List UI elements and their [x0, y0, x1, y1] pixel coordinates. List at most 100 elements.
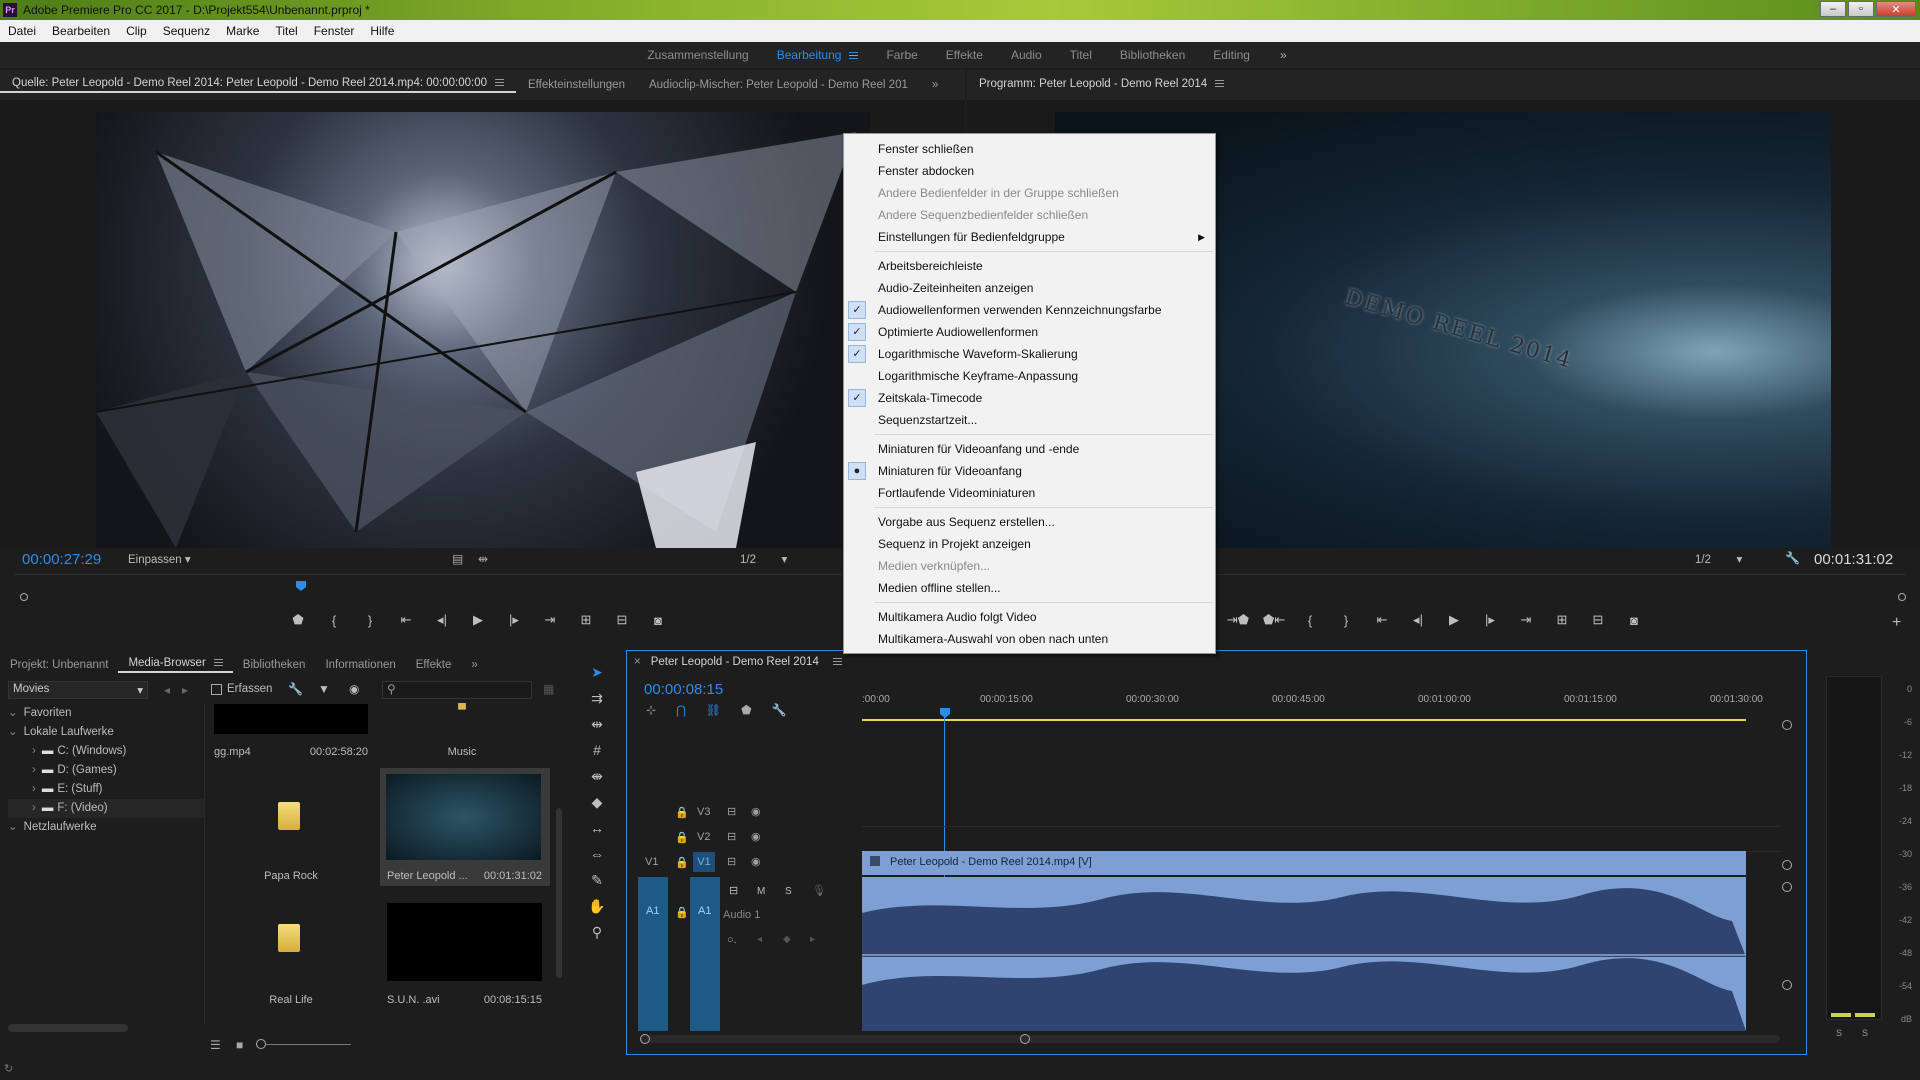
- tree-divider[interactable]: [204, 704, 205, 1024]
- vscroll-handle-top[interactable]: [1782, 720, 1792, 730]
- lock-icon[interactable]: 🔒: [675, 856, 689, 869]
- new-bin-icon[interactable]: ▦: [543, 682, 554, 696]
- media-browser-menu-icon[interactable]: [213, 659, 223, 667]
- media-item-peter-leopold[interactable]: [380, 768, 550, 886]
- timeline-timecode[interactable]: 00:00:08:15: [644, 681, 723, 698]
- next-keyframe-icon[interactable]: ▸: [810, 934, 815, 945]
- media-filter-dropdown[interactable]: Movies ▾: [8, 681, 148, 699]
- workspace-menu-icon[interactable]: [849, 52, 859, 60]
- media-search-input[interactable]: ⚲: [382, 681, 532, 699]
- microphone-icon[interactable]: 🎙: [812, 884, 826, 897]
- program-add-marker-icon[interactable]: ⬟⇤: [1256, 612, 1292, 628]
- media-scrollbar[interactable]: [556, 808, 562, 978]
- lock-icon[interactable]: 🔒: [675, 806, 689, 819]
- slide-tool-icon[interactable]: ⇔: [584, 841, 610, 867]
- audio-clip[interactable]: [862, 877, 1746, 1031]
- context-menu-item[interactable]: Fenster schließen: [844, 138, 1215, 160]
- volume-knob-icon[interactable]: ○.: [727, 934, 737, 946]
- filter-icon[interactable]: ▼: [318, 682, 330, 696]
- menu-clip[interactable]: Clip: [118, 24, 155, 38]
- context-menu-item[interactable]: Audio-Zeiteinheiten anzeigen: [844, 277, 1215, 299]
- thumb-sun-image[interactable]: [387, 903, 542, 981]
- workspace-effekte[interactable]: Effekte: [932, 48, 997, 62]
- context-menu-item[interactable]: Medien offline stellen...: [844, 577, 1215, 599]
- forward-icon[interactable]: ▸: [182, 683, 188, 697]
- context-menu-item[interactable]: ✓ Optimierte Audiowellenformen: [844, 321, 1215, 343]
- lock-icon[interactable]: 🔒: [675, 831, 689, 844]
- lift-icon[interactable]: ⊞: [1544, 612, 1580, 628]
- tree-drive-d[interactable]: › ▬ D: (Games): [8, 761, 204, 780]
- thumb-gg-image[interactable]: [214, 704, 368, 734]
- insert-icon[interactable]: ⊞: [568, 612, 604, 628]
- workspace-zusammenstellung[interactable]: Zusammenstellung: [633, 48, 762, 62]
- source-a1-patch[interactable]: A1: [638, 877, 668, 1031]
- timeline-ruler[interactable]: :00:00 00:00:15:00 00:00:30:00 00:00:45:…: [862, 690, 1786, 722]
- media-item-real-life[interactable]: [214, 890, 368, 990]
- program-go-to-in-icon[interactable]: ⇤: [1364, 612, 1400, 628]
- export-frame-icon[interactable]: ◙: [640, 613, 676, 628]
- menu-datei[interactable]: Datei: [0, 24, 44, 38]
- tab-libraries[interactable]: Bibliotheken: [233, 659, 316, 671]
- program-settings-icon[interactable]: 🔧: [1785, 551, 1800, 565]
- tree-drive-f[interactable]: › ▬ F: (Video): [8, 799, 204, 818]
- context-menu-item[interactable]: Fortlaufende Videominiaturen: [844, 482, 1215, 504]
- menu-fenster[interactable]: Fenster: [306, 24, 363, 38]
- context-menu-item[interactable]: ✓ Zeitskala-Timecode: [844, 387, 1215, 409]
- program-export-frame-icon[interactable]: ◙: [1616, 613, 1652, 628]
- context-menu-item[interactable]: Sequenz in Projekt anzeigen: [844, 533, 1215, 555]
- mark-in-icon[interactable]: {: [316, 613, 352, 628]
- ingest-checkbox[interactable]: [211, 684, 222, 695]
- timeline-menu-icon[interactable]: [832, 658, 842, 666]
- workspace-audio[interactable]: Audio: [997, 48, 1056, 62]
- mark-out-icon[interactable]: }: [352, 613, 388, 628]
- panel-overflow-icon[interactable]: »: [920, 79, 950, 91]
- context-menu-item[interactable]: Einstellungen für Bedienfeldgruppe ▶: [844, 226, 1215, 248]
- menu-hilfe[interactable]: Hilfe: [362, 24, 402, 38]
- source-fit-dropdown[interactable]: Einpassen ▾: [128, 552, 191, 566]
- context-menu-item[interactable]: Logarithmische Keyframe-Anpassung: [844, 365, 1215, 387]
- work-area-bar[interactable]: [862, 719, 1746, 721]
- source-playhead[interactable]: [296, 581, 306, 591]
- timeline-tab[interactable]: × Peter Leopold - Demo Reel 2014: [634, 656, 842, 668]
- program-mark-in-icon[interactable]: {: [1292, 613, 1328, 628]
- razor-tool-icon[interactable]: ◆: [584, 789, 610, 815]
- track-select-tool-icon[interactable]: ⇉: [584, 685, 610, 711]
- context-menu-item[interactable]: Fenster abdocken: [844, 160, 1215, 182]
- workspace-titel[interactable]: Titel: [1056, 48, 1106, 62]
- sync-lock-icon[interactable]: ⊟: [727, 805, 736, 818]
- source-resolution-dropdown[interactable]: 1/2 ▾: [740, 552, 787, 566]
- track-a1-patch[interactable]: A1: [690, 877, 720, 1031]
- safe-margins-icon[interactable]: ▤: [452, 552, 463, 566]
- back-icon[interactable]: ◂: [164, 683, 170, 697]
- lock-icon[interactable]: 🔒: [675, 906, 689, 919]
- program-panel-menu-icon[interactable]: [1215, 80, 1225, 88]
- context-menu-item[interactable]: ● Miniaturen für Videoanfang: [844, 460, 1215, 482]
- tree-favorites[interactable]: ⌄ Favoriten: [8, 704, 204, 723]
- pen-tool-icon[interactable]: ✎: [584, 867, 610, 893]
- context-menu-item[interactable]: Multikamera-Auswahl von oben nach unten: [844, 628, 1215, 650]
- video-clip[interactable]: Peter Leopold - Demo Reel 2014.mp4 [V]: [862, 851, 1746, 875]
- eye-icon[interactable]: ◉: [751, 805, 761, 818]
- source-v1-label[interactable]: V1: [645, 856, 658, 868]
- go-to-in-icon[interactable]: ⇤: [388, 612, 424, 628]
- vscroll-handle-bottom[interactable]: [1782, 980, 1792, 990]
- step-back-icon[interactable]: ◂|: [424, 612, 460, 628]
- hand-tool-icon[interactable]: ✋: [584, 893, 610, 919]
- source-video-frame[interactable]: [96, 112, 870, 548]
- snap-icon[interactable]: ⋂: [676, 703, 686, 717]
- tree-local-drives[interactable]: ⌄ Lokale Laufwerke: [8, 723, 204, 742]
- program-mark-out-icon[interactable]: }: [1328, 613, 1364, 628]
- program-timecode[interactable]: 00:01:31:02: [1814, 551, 1893, 568]
- panel-menu-icon[interactable]: [495, 79, 504, 87]
- linked-selection-icon[interactable]: ⛓: [706, 703, 721, 717]
- close-button[interactable]: ✕: [1876, 1, 1916, 17]
- tab-media-browser[interactable]: Media-Browser: [118, 657, 233, 673]
- program-step-forward-icon[interactable]: |▸: [1472, 612, 1508, 628]
- context-menu-item[interactable]: ✓ Logarithmische Waveform-Skalierung: [844, 343, 1215, 365]
- tab-project[interactable]: Projekt: Unbenannt: [0, 659, 118, 671]
- menu-titel[interactable]: Titel: [267, 24, 305, 38]
- wrench-icon[interactable]: 🔧: [288, 682, 303, 696]
- add-keyframe-icon[interactable]: ◆: [783, 934, 791, 945]
- rate-stretch-tool-icon[interactable]: ⇼: [584, 763, 610, 789]
- maximize-button[interactable]: ▫: [1848, 1, 1874, 17]
